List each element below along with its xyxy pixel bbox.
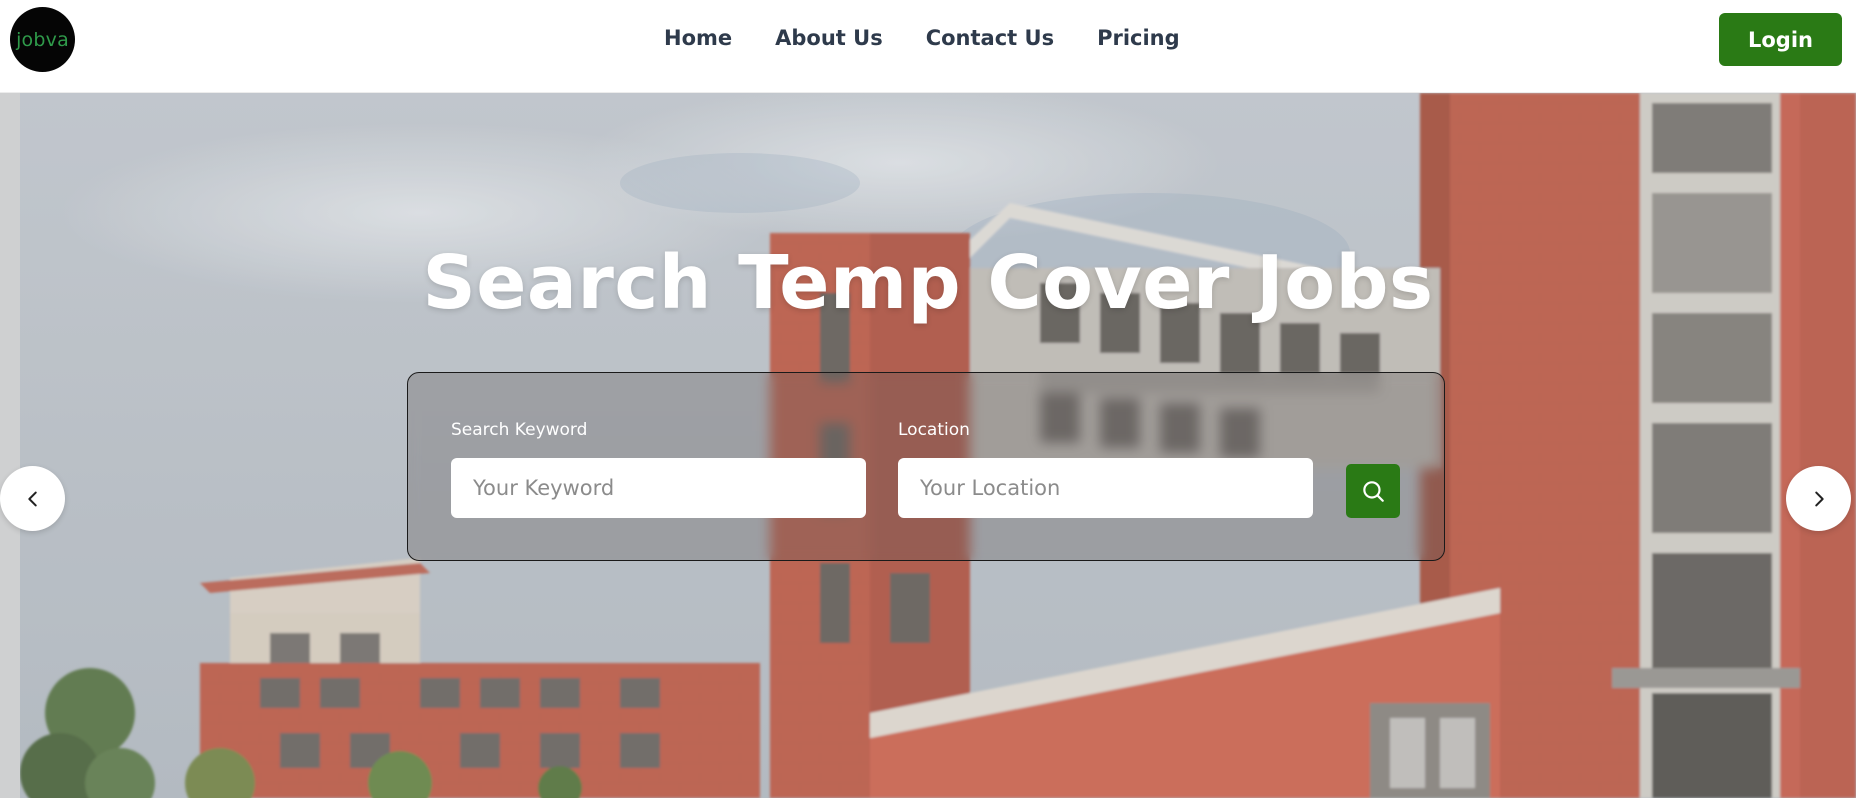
- login-button[interactable]: Login: [1719, 13, 1842, 66]
- search-icon: [1363, 481, 1384, 502]
- carousel-next-button[interactable]: [1786, 466, 1851, 531]
- nav-home[interactable]: Home: [664, 26, 732, 50]
- keyword-label: Search Keyword: [451, 420, 588, 440]
- search-button[interactable]: [1346, 464, 1400, 518]
- chevron-left-icon: [27, 491, 37, 506]
- location-label: Location: [898, 420, 970, 440]
- nav-pricing[interactable]: Pricing: [1097, 26, 1180, 50]
- carousel-prev-button[interactable]: [0, 466, 65, 531]
- hero-title: Search Temp Cover Jobs: [422, 240, 1434, 326]
- main-nav: Home About Us Contact Us Pricing: [664, 26, 1180, 50]
- keyword-input[interactable]: [451, 458, 866, 518]
- location-input[interactable]: [898, 458, 1313, 518]
- logo[interactable]: jobva: [10, 7, 75, 72]
- logo-text: jobva: [16, 28, 69, 51]
- site-header: jobva Home About Us Contact Us Pricing L…: [0, 0, 1856, 93]
- nav-contact-us[interactable]: Contact Us: [926, 26, 1054, 50]
- nav-about-us[interactable]: About Us: [775, 26, 883, 50]
- hero-left-edge: [0, 93, 20, 798]
- chevron-right-icon: [1814, 491, 1824, 506]
